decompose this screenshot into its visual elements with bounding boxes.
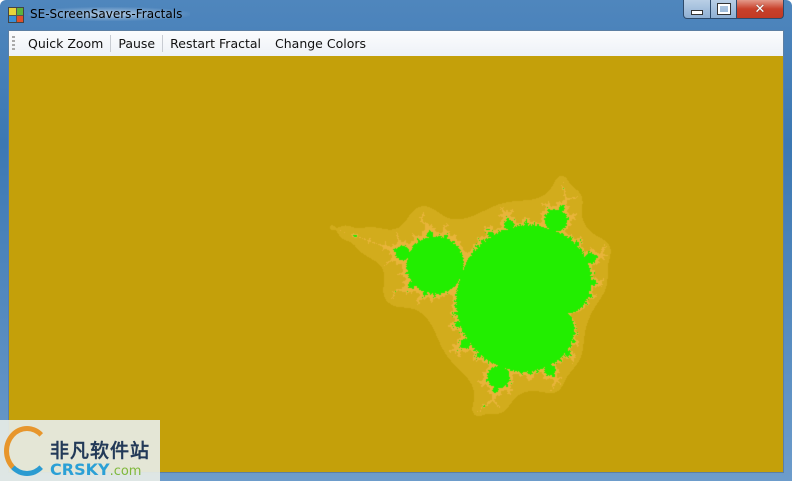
maximize-button[interactable] <box>710 0 737 19</box>
watermark: 非凡软件站 CRSKY.com <box>0 420 160 481</box>
watermark-logo-icon <box>4 426 50 476</box>
quick-zoom-button[interactable]: Quick Zoom <box>21 36 110 51</box>
toolbar-grip-icon[interactable] <box>12 35 15 52</box>
restart-fractal-button[interactable]: Restart Fractal <box>163 36 268 51</box>
pause-button[interactable]: Pause <box>111 36 162 51</box>
minimize-icon <box>691 9 703 15</box>
watermark-chinese: 非凡软件站 <box>50 440 151 462</box>
close-icon: ✕ <box>754 1 766 17</box>
close-button[interactable]: ✕ <box>736 0 784 19</box>
window-title: SE-ScreenSavers-Fractals <box>28 7 191 21</box>
change-colors-button[interactable]: Change Colors <box>268 36 373 51</box>
app-window: SE-ScreenSavers-Fractals ✕ Quick Zoom Pa… <box>0 0 792 481</box>
maximize-icon <box>716 3 731 15</box>
toolbar: Quick Zoom Pause Restart Fractal Change … <box>9 31 783 56</box>
watermark-brand: CRSKY.com <box>50 460 142 479</box>
fractal-canvas[interactable] <box>9 56 783 472</box>
title-bar[interactable]: SE-ScreenSavers-Fractals ✕ <box>0 0 792 30</box>
minimize-button[interactable] <box>683 0 711 19</box>
app-icon <box>8 7 24 23</box>
client-area: Quick Zoom Pause Restart Fractal Change … <box>8 30 784 473</box>
